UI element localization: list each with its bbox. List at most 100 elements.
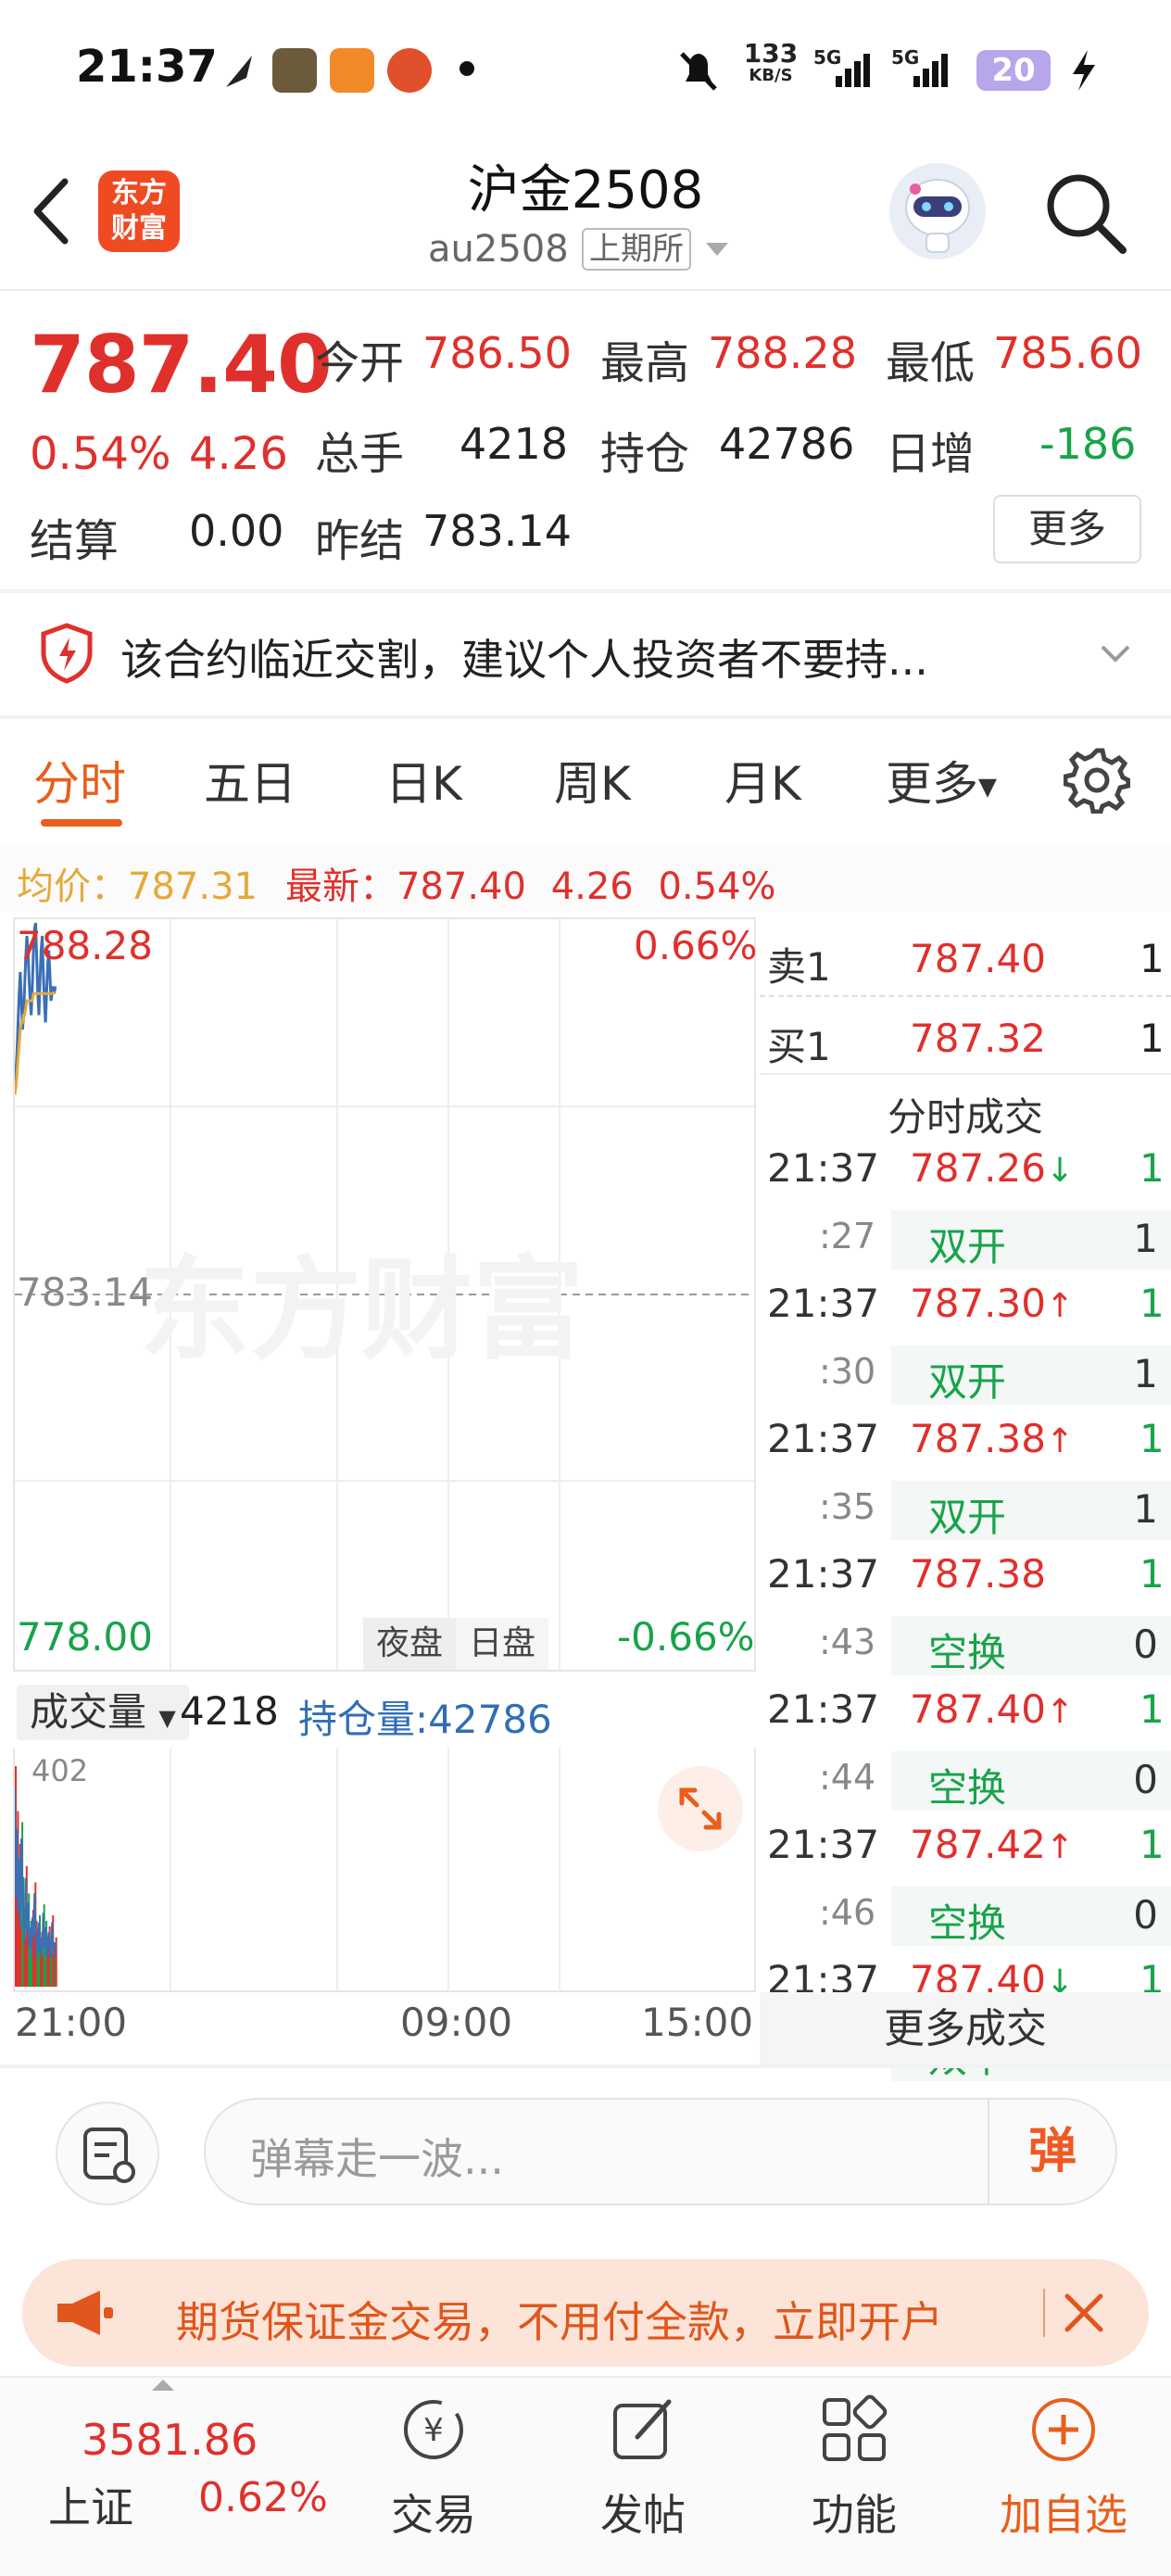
header-divider bbox=[0, 289, 1171, 291]
contract-code[interactable]: au2508 bbox=[428, 228, 569, 271]
trade-type: 双开 bbox=[928, 1359, 1007, 1405]
index-value[interactable]: 3581.86 bbox=[82, 2415, 258, 2465]
more-trades-button[interactable]: 更多成交 bbox=[760, 1992, 1171, 2066]
promo-text[interactable]: 期货保证金交易，不用付全款，立即开户 bbox=[176, 2289, 943, 2350]
low-label: 最低 bbox=[886, 337, 976, 389]
nav-add-favorite-label[interactable]: 加自选 bbox=[989, 2481, 1138, 2543]
trade-seconds: :46 bbox=[819, 1892, 876, 1933]
book-divider bbox=[760, 995, 1171, 997]
tab-weekly-k[interactable]: 周K bbox=[554, 747, 631, 814]
tab-intraday[interactable]: 分时 bbox=[33, 747, 126, 814]
open-interest-value: 42786 bbox=[719, 419, 855, 469]
volume-chart[interactable] bbox=[13, 1748, 756, 1992]
volume-indicator-select[interactable]: 成交量 ▼ bbox=[17, 1685, 189, 1740]
nav-trade-label[interactable]: 交易 bbox=[359, 2481, 508, 2543]
trade-price: 787.38↑ bbox=[910, 1416, 1075, 1461]
prev-settle-label: 昨结 bbox=[315, 515, 405, 567]
shopping-app-icon bbox=[330, 48, 374, 93]
post-icon[interactable] bbox=[606, 2393, 680, 2467]
avg-price-label: 均价： bbox=[17, 865, 128, 908]
expand-icon bbox=[679, 1787, 722, 1830]
trade-qty: 1 bbox=[1140, 1416, 1165, 1461]
tab-more-caret-icon: ▼ bbox=[978, 773, 997, 802]
latest-pct: 0.54% bbox=[658, 865, 776, 908]
high-label: 最高 bbox=[600, 337, 690, 389]
trade-qty: 1 bbox=[1140, 1686, 1165, 1732]
close-icon[interactable] bbox=[1062, 2291, 1106, 2335]
trade-price: 787.40↑ bbox=[910, 1686, 1075, 1732]
open-interest-indicator: 持仓量:42786 bbox=[298, 1697, 552, 1742]
megaphone-icon bbox=[57, 2291, 113, 2335]
mute-bell-icon bbox=[680, 52, 717, 91]
contract-switch-chevron-icon[interactable] bbox=[706, 243, 728, 256]
signal-2-icon bbox=[913, 54, 948, 87]
session-night-tag[interactable]: 夜盘 bbox=[363, 1618, 457, 1670]
tab-daily-k[interactable]: 日K bbox=[385, 747, 462, 814]
trade-type: 空换 bbox=[928, 1630, 1007, 1675]
open-value: 786.50 bbox=[422, 328, 572, 378]
pct-axis-top: 0.66% bbox=[634, 923, 758, 968]
exchange-tag[interactable]: 上期所 bbox=[582, 228, 691, 271]
trade-up-arrow-icon: ↑ bbox=[1045, 1287, 1075, 1325]
latest-change: 4.26 bbox=[550, 865, 634, 908]
volume-label: 总手 bbox=[315, 428, 405, 480]
index-expand-arrow-icon[interactable] bbox=[152, 2380, 174, 2391]
volume-indicator-value: 4218 bbox=[180, 1688, 279, 1734]
comment-list-button[interactable] bbox=[56, 2102, 159, 2205]
trade-qty: 1 bbox=[1140, 1822, 1165, 1867]
pct-axis-bottom: -0.66% bbox=[617, 1614, 755, 1660]
daily-increase-label: 日增 bbox=[886, 428, 976, 480]
trade-qty: 1 bbox=[1140, 1281, 1165, 1326]
notice-text[interactable]: 该合约临近交割，建议个人投资者不要持... bbox=[120, 626, 928, 688]
page-title: 沪金2508 bbox=[467, 160, 704, 221]
trade-seconds: :43 bbox=[819, 1622, 876, 1662]
nav-apps-label[interactable]: 功能 bbox=[780, 2481, 928, 2543]
index-pct[interactable]: 0.62% bbox=[198, 2474, 328, 2521]
banner-separator bbox=[1043, 2289, 1045, 2337]
trade-seconds: :30 bbox=[819, 1351, 876, 1392]
trade-oi-change: 0 bbox=[1133, 1622, 1158, 1667]
daily-increase-value: -186 bbox=[1039, 419, 1137, 469]
svg-text:¥: ¥ bbox=[423, 2412, 444, 2449]
chart-settings-gear-icon[interactable] bbox=[1064, 747, 1130, 814]
danmu-placeholder: 弹幕走一波... bbox=[250, 2134, 504, 2184]
index-name[interactable]: 上证 bbox=[48, 2474, 133, 2535]
trade-up-arrow-icon: ↑ bbox=[1045, 1828, 1075, 1866]
trade-oi-change: 1 bbox=[1133, 1216, 1158, 1261]
apps-icon[interactable] bbox=[817, 2393, 891, 2467]
volume-value: 4218 bbox=[460, 419, 569, 469]
tab-five-day[interactable]: 五日 bbox=[204, 747, 296, 814]
comment-list-icon bbox=[83, 2128, 135, 2183]
trade-time: 21:37 bbox=[767, 1281, 880, 1326]
trade-icon[interactable]: ¥ bbox=[397, 2393, 471, 2467]
tab-more[interactable]: 更多▼ bbox=[886, 747, 997, 814]
trade-qty: 1 bbox=[1140, 1551, 1165, 1597]
trade-time: 21:37 bbox=[767, 1822, 880, 1867]
search-icon[interactable] bbox=[1041, 169, 1130, 258]
latest-price-info: 最新：787.40 4.26 0.54% bbox=[285, 856, 776, 910]
change-value: 4.26 bbox=[189, 428, 288, 480]
more-notifications-dot bbox=[460, 61, 474, 76]
trade-time: 21:37 bbox=[767, 1416, 880, 1461]
trade-time: 21:37 bbox=[767, 1551, 880, 1597]
danmu-toggle-button[interactable]: 弹 bbox=[988, 2100, 1115, 2203]
tab-monthly-k[interactable]: 月K bbox=[724, 747, 801, 814]
fullscreen-button[interactable] bbox=[658, 1766, 743, 1851]
assistant-robot-avatar[interactable] bbox=[889, 163, 986, 259]
expand-notice-chevron-icon[interactable] bbox=[1099, 636, 1132, 669]
open-label: 今开 bbox=[315, 337, 405, 389]
sell1-qty: 1 bbox=[1140, 936, 1165, 981]
y-axis-bottom: 778.00 bbox=[17, 1614, 153, 1660]
avg-price: 均价：787.31 bbox=[17, 856, 258, 910]
trade-time: 21:37 bbox=[767, 1145, 880, 1191]
signal-1-icon bbox=[836, 54, 870, 87]
tab-more-label: 更多 bbox=[886, 757, 978, 811]
add-favorite-icon[interactable] bbox=[1026, 2393, 1101, 2467]
sell1-price: 787.40 bbox=[910, 936, 1046, 981]
nav-post-label[interactable]: 发帖 bbox=[569, 2481, 717, 2543]
more-quote-button[interactable]: 更多 bbox=[993, 495, 1141, 563]
status-time: 21:37 bbox=[76, 41, 218, 93]
speed-unit: KB/S bbox=[749, 66, 793, 85]
trade-oi-change: 1 bbox=[1133, 1351, 1158, 1396]
session-day-tag[interactable]: 日盘 bbox=[456, 1618, 549, 1670]
